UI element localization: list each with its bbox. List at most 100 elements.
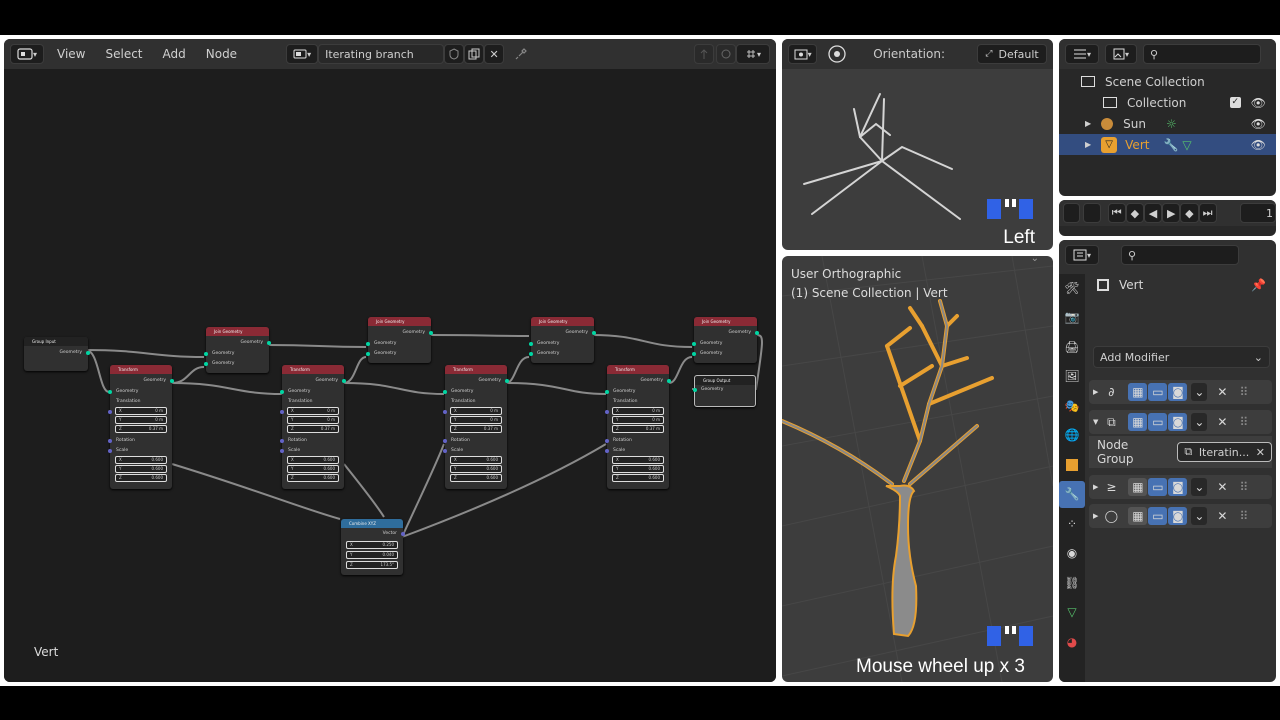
modifier-panel-1[interactable]: ▶ ∂ ▦ ▭ ◙ ⌄ ✕ ⠿ (1089, 380, 1272, 404)
drag-handle-icon[interactable]: ⠿ (1239, 415, 1248, 429)
scene-tab-icon[interactable]: 🎭 (1059, 392, 1085, 419)
transform-node[interactable]: Transform Geometry Geometry Translation … (443, 365, 509, 489)
modifier-panel-4[interactable]: ▶ ◯ ▦ ▭ ◙ ⌄ ✕ ⠿ (1089, 504, 1272, 528)
group-input-node[interactable]: Group Input Geometry (24, 337, 90, 371)
chevron-down-icon[interactable]: ⌄ (1191, 413, 1208, 431)
node-canvas[interactable]: Group Input Geometry Group Output Geomet… (4, 69, 776, 682)
close-icon[interactable]: ✕ (1217, 509, 1227, 523)
translation-y-field[interactable]: Y 0 m (450, 416, 502, 424)
input-socket[interactable] (280, 390, 284, 394)
node-group-field[interactable]: ⧉ Iteratin... ✕ (1177, 442, 1272, 462)
input-socket[interactable] (605, 439, 609, 443)
jump-end-icon[interactable]: ⏭ (1198, 203, 1217, 223)
chevron-down-icon[interactable]: ⌄ (1191, 383, 1208, 401)
outliner-row-vert[interactable]: ▶ ▽ Vert 🔧 ▽ 👁 (1059, 134, 1276, 155)
translation-x-field[interactable]: X 0 m (287, 407, 339, 415)
world-tab-icon[interactable]: 🌐 (1059, 422, 1085, 449)
close-icon[interactable]: ✕ (1217, 415, 1227, 429)
transform-node[interactable]: Transform Geometry Geometry Translation … (605, 365, 671, 489)
close-icon[interactable]: ✕ (1256, 446, 1265, 459)
scale-y-field[interactable]: Y 0.600 (287, 465, 339, 473)
current-frame-field[interactable]: 1 (1239, 203, 1276, 223)
menu-node[interactable]: Node (199, 47, 244, 61)
input-socket[interactable] (204, 352, 208, 356)
combine-y-field[interactable]: Y 0.040 (346, 551, 398, 559)
checkbox-icon[interactable]: ✓ (1229, 97, 1241, 108)
scale-x-field[interactable]: X 0.600 (115, 456, 167, 464)
output-socket[interactable] (505, 379, 509, 383)
input-socket[interactable] (605, 449, 609, 453)
search-input[interactable]: ⚲ (1143, 44, 1261, 64)
translation-x-field[interactable]: X 0 m (115, 407, 167, 415)
input-socket[interactable] (280, 439, 284, 443)
combine-xyz-node[interactable]: Combine XYZ Vector X 0.250 Y 0.040 Z 173.5° (341, 519, 405, 575)
expand-arrow-icon[interactable]: ▶ (1093, 512, 1098, 520)
output-socket[interactable] (342, 379, 346, 383)
drag-handle-icon[interactable]: ⠿ (1239, 509, 1248, 523)
outliner-row-scene-collection[interactable]: Scene Collection (1059, 71, 1276, 92)
play-reverse-icon[interactable]: ◀ (1143, 203, 1163, 223)
output-tab-icon[interactable]: 🖨 (1059, 333, 1085, 360)
output-socket[interactable] (592, 331, 596, 335)
input-socket[interactable] (529, 352, 533, 356)
duplicate-icon[interactable] (464, 44, 485, 64)
pin-icon[interactable] (514, 47, 528, 61)
input-socket[interactable] (280, 449, 284, 453)
input-socket[interactable] (108, 449, 112, 453)
input-socket[interactable] (443, 390, 447, 394)
node-tree-name-field[interactable]: Iterating branch (318, 44, 445, 64)
jump-start-icon[interactable]: ⏮ (1107, 203, 1126, 223)
editor-type-button[interactable]: ▾ (1065, 44, 1099, 64)
expand-arrow-icon[interactable]: ▶ (1093, 483, 1098, 491)
editor-type-button[interactable]: ▾ (788, 44, 818, 64)
input-socket[interactable] (605, 390, 609, 394)
render-toggle-icon[interactable]: ◙ (1168, 478, 1188, 496)
combine-z-field[interactable]: Z 173.5° (346, 561, 398, 569)
eye-icon[interactable]: 👁 (1251, 138, 1266, 152)
transform-node[interactable]: Transform Geometry Geometry Translation … (280, 365, 346, 489)
output-socket[interactable] (86, 351, 90, 355)
translation-z-field[interactable]: Z 0.37 m (450, 425, 502, 433)
tool-tab-icon[interactable]: 🛠 (1059, 274, 1085, 301)
viewport-toggle-icon[interactable]: ▭ (1148, 383, 1168, 401)
menu-view[interactable]: View (50, 47, 92, 61)
join-geometry-node[interactable]: Join Geometry Geometry Geometry Geometry (204, 327, 271, 373)
edit-mode-toggle-icon[interactable]: ▦ (1128, 413, 1148, 431)
expand-arrow-icon[interactable]: ▶ (1085, 119, 1091, 128)
translation-z-field[interactable]: Z 0.37 m (287, 425, 339, 433)
viewport-toggle-icon[interactable]: ▭ (1148, 413, 1168, 431)
translation-y-field[interactable]: Y 0 m (115, 416, 167, 424)
edit-mode-toggle-icon[interactable]: ▦ (1128, 507, 1148, 525)
parent-node-tree-icon[interactable] (694, 44, 714, 64)
input-socket[interactable] (108, 439, 112, 443)
edit-mode-toggle-icon[interactable]: ▦ (1128, 478, 1148, 496)
edit-mode-toggle-icon[interactable]: ▦ (1128, 383, 1148, 401)
translation-x-field[interactable]: X 0 m (612, 407, 664, 415)
expand-arrow-icon[interactable]: ▶ (1085, 140, 1091, 149)
input-socket[interactable] (204, 362, 208, 366)
editor-type-button[interactable]: ▾ (10, 44, 44, 64)
menu-add[interactable]: Add (156, 47, 193, 61)
combine-x-field[interactable]: X 0.250 (346, 541, 398, 549)
scale-x-field[interactable]: X 0.600 (612, 456, 664, 464)
input-socket[interactable] (693, 388, 697, 392)
keying-button[interactable] (1083, 203, 1101, 223)
input-socket[interactable] (366, 342, 370, 346)
viewport-toggle-icon[interactable]: ▭ (1148, 507, 1168, 525)
physics-tab-icon[interactable]: ◉ (1059, 540, 1085, 567)
close-icon[interactable]: ✕ (484, 44, 505, 64)
chevron-down-icon[interactable]: ⌄ (1191, 478, 1208, 496)
prev-keyframe-icon[interactable]: ◆ (1125, 203, 1144, 223)
pin-icon[interactable]: 📌 (1251, 278, 1266, 292)
close-icon[interactable]: ✕ (1217, 385, 1227, 399)
modifier-panel-geometry-nodes[interactable]: ▼ ⧉ ▦ ▭ ◙ ⌄ ✕ ⠿ (1089, 410, 1272, 434)
eye-icon[interactable]: 👁 (1251, 96, 1266, 110)
close-icon[interactable]: ✕ (1217, 480, 1227, 494)
input-socket[interactable] (692, 352, 696, 356)
editor-type-button[interactable]: ▾ (1065, 245, 1099, 265)
next-keyframe-icon[interactable]: ◆ (1180, 203, 1199, 223)
chevron-down-icon[interactable]: ⌄ (1031, 256, 1039, 264)
translation-z-field[interactable]: Z 0.37 m (115, 425, 167, 433)
viewport-toggle-icon[interactable]: ▭ (1148, 478, 1168, 496)
expand-arrow-icon[interactable]: ▶ (1093, 388, 1098, 396)
